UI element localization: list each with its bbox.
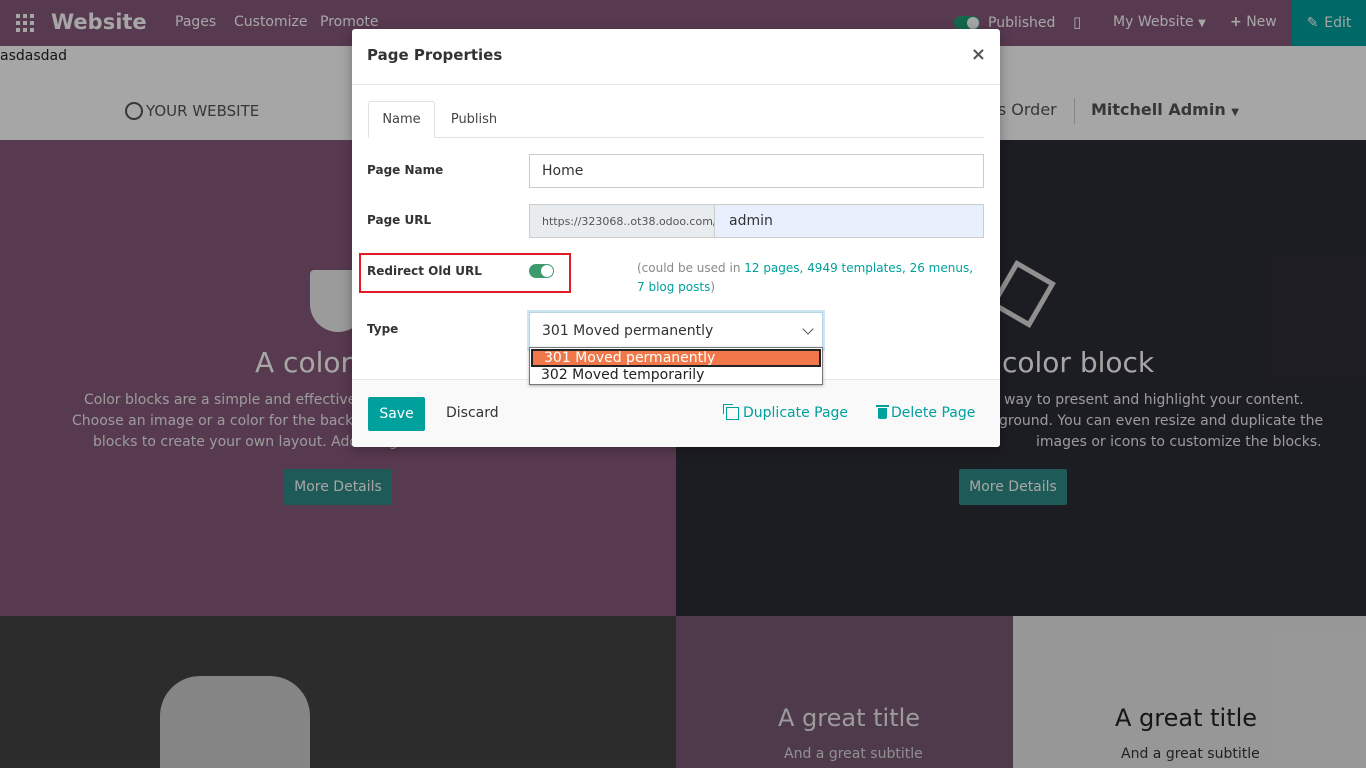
save-button[interactable]: Save [368,397,425,431]
modal-tabs: Name Publish [368,101,984,138]
modal-title: Page Properties [367,46,503,64]
copy-icon [723,403,739,420]
redirect-type-select[interactable]: 301 Moved permanently [529,312,823,349]
redirect-old-url-label: Redirect Old URL [367,264,482,278]
redirect-toggle-switch[interactable] [529,264,554,278]
select-value: 301 Moved permanently [542,322,714,339]
trash-icon [876,404,889,419]
delete-label: Delete Page [891,405,976,421]
page-name-label: Page Name [367,163,444,177]
page-name-input[interactable]: Home [529,154,984,188]
duplicate-label: Duplicate Page [743,405,849,421]
url-prefix: https://323068..ot38.odoo.com/ [529,204,717,238]
usage-prefix: (could be used in [637,261,745,275]
type-label: Type [367,322,399,336]
discard-button[interactable]: Discard [446,405,499,421]
option-301[interactable]: 301 Moved permanently [531,349,821,367]
modal-footer: Save Discard Duplicate Page Delete Page [352,379,1000,447]
modal-header: Page Properties × [352,29,1000,85]
duplicate-page-link[interactable]: Duplicate Page [723,403,849,421]
page-properties-dialog: Page Properties × Name Publish Page Name… [352,29,1000,447]
url-usage-info: (could be used in 12 pages, 4949 templat… [637,259,982,297]
tab-publish[interactable]: Publish [442,101,506,138]
chevron-down-icon [802,323,814,335]
redirect-type-dropdown: 301 Moved permanently 302 Moved temporar… [529,347,823,385]
page-url-input[interactable]: admin [714,204,984,238]
option-302[interactable]: 302 Moved temporarily [530,367,822,385]
page-url-label: Page URL [367,213,432,227]
tab-name[interactable]: Name [368,101,435,138]
close-icon[interactable]: × [971,44,986,65]
delete-page-link[interactable]: Delete Page [876,404,976,421]
usage-suffix: ) [710,280,716,294]
